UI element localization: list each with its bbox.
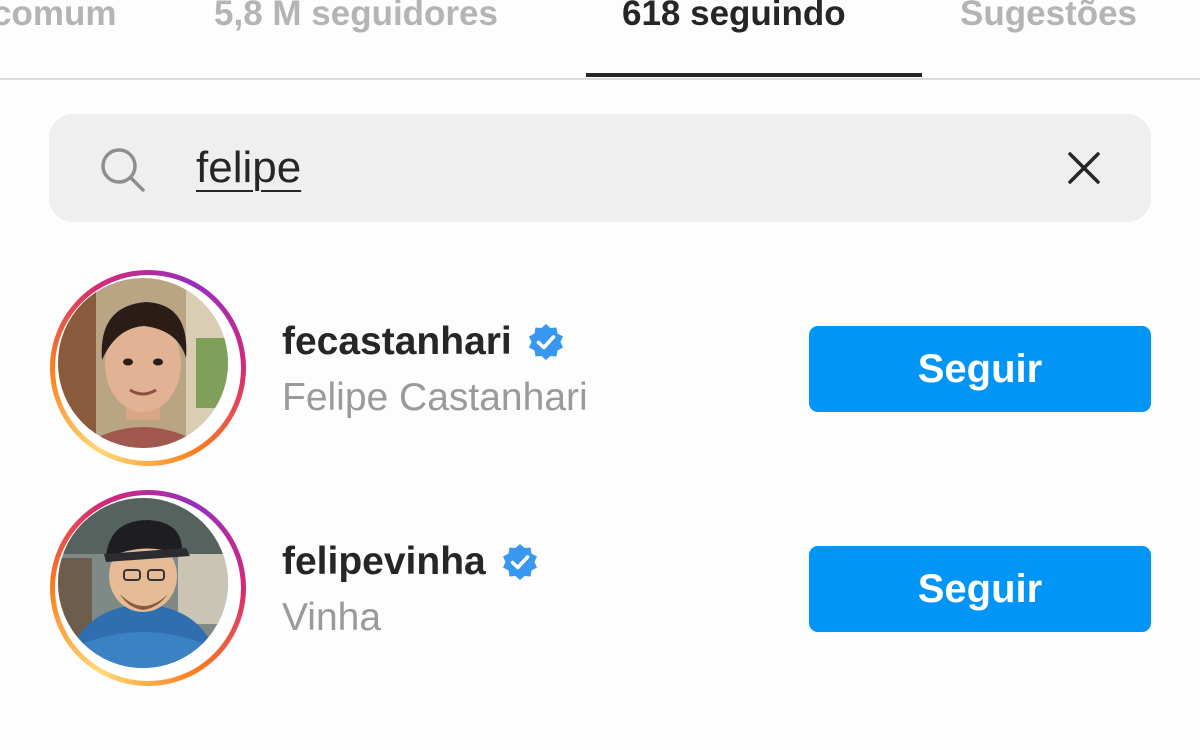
search-input[interactable] bbox=[196, 138, 1016, 198]
avatar-image bbox=[58, 498, 228, 668]
follow-button[interactable]: Seguir bbox=[809, 326, 1151, 412]
username-link[interactable]: fecastanhari bbox=[282, 316, 566, 368]
verified-badge-icon bbox=[502, 544, 537, 580]
avatar-portrait-icon bbox=[58, 278, 228, 448]
full-name: Vinha bbox=[282, 596, 382, 639]
search-icon bbox=[101, 148, 145, 192]
username: fecastanhari bbox=[282, 320, 512, 363]
username: felipevinha bbox=[282, 540, 486, 583]
search-result-row[interactable]: fecastanhari Felipe Castanhari Seguir bbox=[0, 270, 1200, 470]
avatar-image bbox=[58, 278, 228, 448]
tab-mutual[interactable]: comum bbox=[0, 0, 116, 44]
tab-following[interactable]: 618 seguindo bbox=[622, 0, 846, 44]
tab-suggestions[interactable]: Sugestões bbox=[960, 0, 1137, 44]
following-screen: comum 5,8 M seguidores 618 seguindo Suge… bbox=[0, 0, 1200, 750]
avatar-portrait-icon bbox=[58, 498, 228, 668]
follow-button[interactable]: Seguir bbox=[809, 546, 1151, 632]
full-name: Felipe Castanhari bbox=[282, 376, 588, 419]
search-result-row[interactable]: felipevinha Vinha Seguir bbox=[0, 490, 1200, 690]
profile-tabs: comum 5,8 M seguidores 618 seguindo Suge… bbox=[0, 0, 1200, 80]
verified-badge-icon bbox=[528, 324, 563, 360]
active-tab-indicator bbox=[586, 73, 922, 77]
username-link[interactable]: felipevinha bbox=[282, 536, 540, 588]
avatar[interactable] bbox=[50, 490, 246, 686]
tab-followers[interactable]: 5,8 M seguidores bbox=[214, 0, 498, 44]
close-icon[interactable] bbox=[1062, 146, 1106, 190]
avatar[interactable] bbox=[50, 270, 246, 466]
